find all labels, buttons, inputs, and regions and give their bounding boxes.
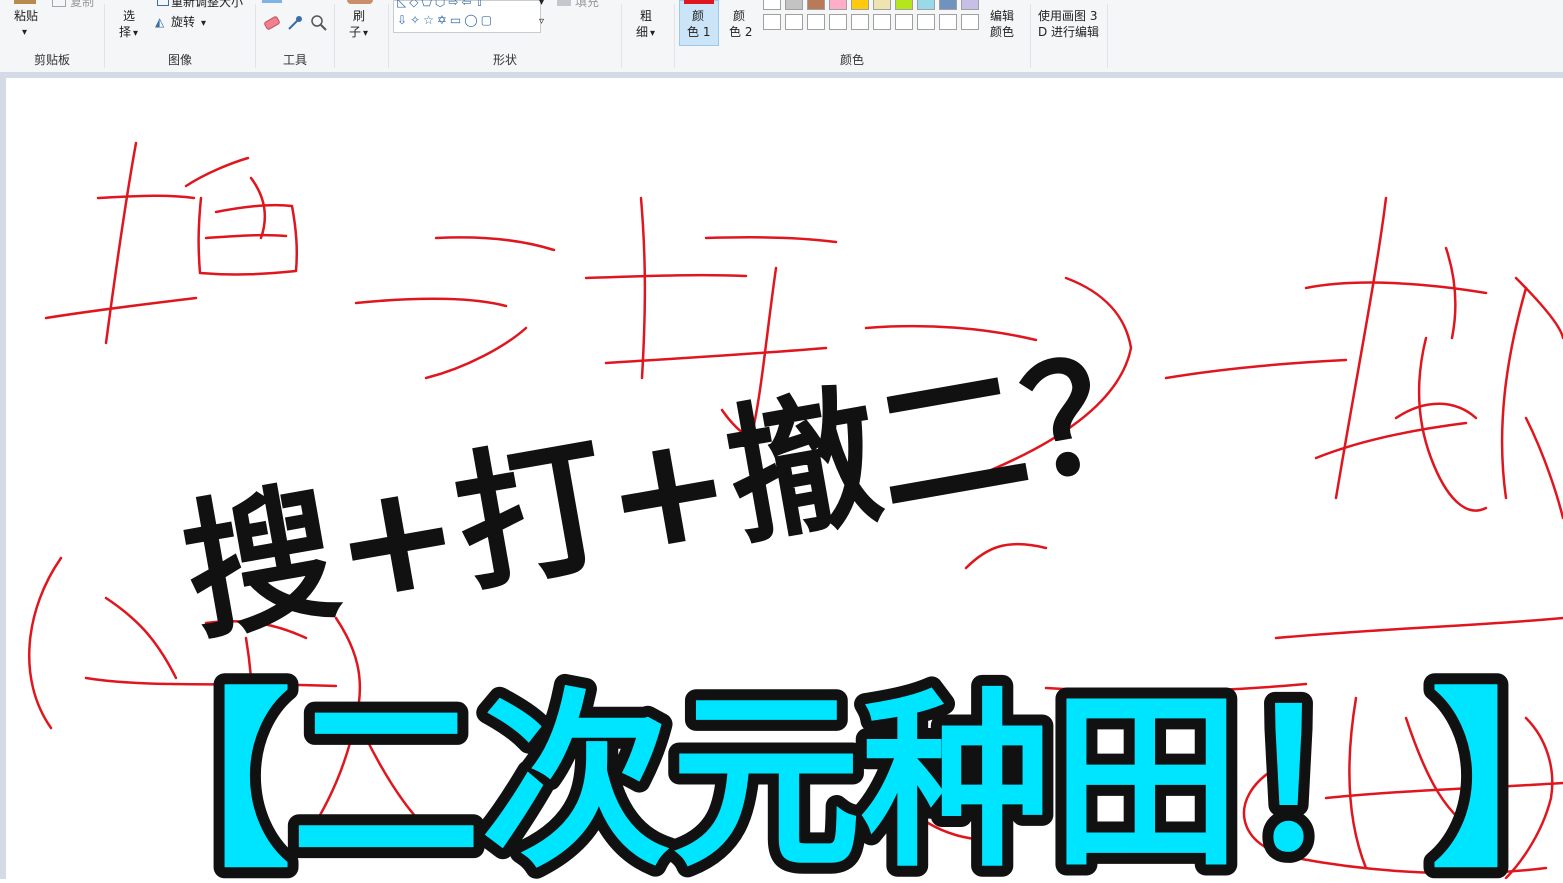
- copy-icon: [52, 0, 66, 7]
- rotate-button[interactable]: 旋转: [171, 14, 195, 31]
- colors-group-label: 颜色: [839, 53, 864, 67]
- size-button-top[interactable]: 粗: [640, 8, 652, 25]
- edit-colors-top[interactable]: 编辑: [990, 8, 1014, 25]
- text-tool-icon[interactable]: [262, 0, 282, 3]
- canvas-title-line2: 【二次元种田！】: [101, 672, 1563, 879]
- palette-custom-slot[interactable]: [917, 14, 935, 30]
- palette-swatch[interactable]: [895, 0, 913, 10]
- color-picker-icon[interactable]: [286, 14, 304, 32]
- shapes-group-label: 形状: [492, 53, 517, 67]
- palette-swatch[interactable]: [939, 0, 957, 10]
- brushes-button-top[interactable]: 刷: [353, 8, 365, 25]
- palette-custom-slot[interactable]: [763, 14, 781, 30]
- select-button-bottom[interactable]: 择: [119, 24, 131, 41]
- copy-button[interactable]: 复制: [70, 0, 94, 11]
- canvas-artwork: 搜+打+撤二？ 【二次元种田！】 【二次元种田！】: [27, 141, 1563, 883]
- color2-label-top[interactable]: 颜: [733, 8, 745, 25]
- paint3d-button-line2[interactable]: D 进行编辑: [1038, 24, 1099, 41]
- separator: [1030, 4, 1031, 68]
- rotate-dropdown-icon[interactable]: ▾: [201, 15, 206, 32]
- palette-swatch[interactable]: [961, 0, 979, 10]
- size-group: 粗 细 ▾: [622, 0, 674, 72]
- clipboard-group-label: 剪贴板: [33, 53, 70, 67]
- palette-swatch[interactable]: [763, 0, 781, 10]
- canvas-title-line1: 搜+打+撤二？: [172, 318, 1188, 663]
- separator: [1107, 4, 1108, 68]
- resize-icon: [157, 0, 169, 6]
- shapes-row2[interactable]: ⇩✧☆✡▭◯▢: [397, 12, 495, 29]
- palette-custom-slot[interactable]: [939, 14, 957, 30]
- palette-swatch[interactable]: [851, 0, 869, 10]
- paste-dropdown-icon[interactable]: ▾: [22, 24, 27, 41]
- palette-custom-slot[interactable]: [829, 14, 847, 30]
- palette-custom-slot[interactable]: [785, 14, 803, 30]
- eraser-icon[interactable]: [262, 14, 282, 32]
- image-group-label: 图像: [167, 53, 192, 67]
- rotate-icon: ◭: [155, 15, 165, 29]
- palette-swatch[interactable]: [807, 0, 825, 10]
- select-button-top[interactable]: 选: [123, 8, 135, 25]
- shapes-scroll-icon[interactable]: ▾: [539, 0, 544, 11]
- drawing-canvas[interactable]: 搜+打+撤二？ 【二次元种田！】 【二次元种田！】: [6, 78, 1563, 883]
- fill-icon: [557, 0, 571, 6]
- palette-swatch[interactable]: [829, 0, 847, 10]
- ribbon: 粘贴 ▾ 复制 剪贴板 选 择 ▾ 重新调整大小 ◭ 旋转 ▾ 图像 工具 刷 …: [0, 0, 1563, 73]
- color1-swatch: [684, 0, 714, 4]
- palette-custom-slot[interactable]: [961, 14, 979, 30]
- palette-swatch[interactable]: [917, 0, 935, 10]
- palette-custom-slot[interactable]: [895, 14, 913, 30]
- image-group: 选 择 ▾ 重新调整大小 ◭ 旋转 ▾ 图像: [105, 0, 255, 72]
- select-dropdown-icon[interactable]: ▾: [133, 25, 138, 42]
- brushes-button-bottom[interactable]: 子: [349, 24, 361, 41]
- shapes-row1[interactable]: ◺◇⬠⬡⇨⇦⇧: [397, 0, 488, 11]
- shapes-expand-icon[interactable]: ▿: [539, 13, 544, 30]
- fill-button[interactable]: 填充: [575, 0, 599, 11]
- paste-button[interactable]: 粘贴: [14, 8, 38, 25]
- paint3d-button-line1[interactable]: 使用画图 3: [1038, 8, 1097, 25]
- magnifier-icon[interactable]: [310, 14, 328, 32]
- tools-group: 工具: [256, 0, 334, 72]
- shapes-group: ◺◇⬠⬡⇨⇦⇧ ⇩✧☆✡▭◯▢ ▾ ▿ 填充 形状: [389, 0, 621, 72]
- brush-icon[interactable]: [347, 0, 373, 4]
- palette-custom-slot[interactable]: [851, 14, 869, 30]
- brushes-dropdown-icon[interactable]: ▾: [363, 25, 368, 42]
- tools-group-label: 工具: [282, 53, 307, 67]
- color1-label-bottom: 色 1: [687, 25, 711, 39]
- resize-button[interactable]: 重新调整大小: [171, 0, 243, 11]
- size-button-bottom[interactable]: 细: [636, 24, 648, 41]
- palette-custom-slot[interactable]: [807, 14, 825, 30]
- edit-colors-bottom[interactable]: 颜色: [990, 24, 1014, 41]
- brushes-group: 刷 子 ▾: [335, 0, 388, 72]
- size-dropdown-icon[interactable]: ▾: [650, 25, 655, 42]
- paste-icon[interactable]: [14, 0, 36, 4]
- palette-swatch[interactable]: [785, 0, 803, 10]
- palette-custom-slot[interactable]: [873, 14, 891, 30]
- palette-swatch[interactable]: [873, 0, 891, 10]
- color1-label-top: 颜: [692, 9, 705, 23]
- color2-label-bottom[interactable]: 色 2: [729, 24, 752, 41]
- clipboard-group: 粘贴 ▾ 复制 剪贴板: [0, 0, 104, 72]
